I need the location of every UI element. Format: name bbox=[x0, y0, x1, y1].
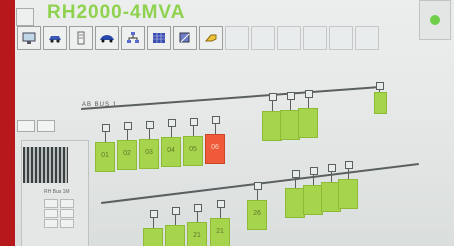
feeder-row1-1[interactable]: 02 bbox=[117, 140, 137, 171]
feeder-drop bbox=[272, 100, 273, 111]
switch[interactable] bbox=[345, 161, 353, 169]
feeder-row2-0[interactable] bbox=[143, 228, 163, 246]
display-icon[interactable] bbox=[17, 26, 41, 50]
app-title: RH2000-4MVA bbox=[47, 2, 186, 23]
switch[interactable] bbox=[172, 207, 180, 215]
car-icon[interactable] bbox=[95, 26, 119, 50]
network-icon[interactable] bbox=[121, 26, 145, 50]
cell bbox=[44, 209, 58, 218]
chart-icon[interactable] bbox=[69, 26, 93, 50]
switch[interactable] bbox=[310, 167, 318, 175]
cell bbox=[44, 199, 58, 208]
toolbar bbox=[17, 26, 379, 54]
cell bbox=[60, 219, 74, 228]
switch[interactable] bbox=[376, 82, 384, 90]
hand-icon[interactable] bbox=[199, 26, 223, 50]
feeder-row2-3[interactable]: 21 bbox=[210, 218, 230, 246]
switch[interactable] bbox=[146, 120, 154, 129]
status-panel bbox=[419, 0, 451, 40]
switch[interactable] bbox=[269, 93, 277, 101]
switch[interactable] bbox=[168, 119, 176, 128]
feeder-row1-2[interactable]: 03 bbox=[139, 138, 159, 169]
switch[interactable] bbox=[328, 164, 336, 172]
feeder-drop bbox=[149, 127, 150, 139]
cell bbox=[60, 199, 74, 208]
feeder-row2-4[interactable]: 26 bbox=[247, 200, 267, 230]
breaker-graphic bbox=[23, 147, 68, 183]
feeder-row2-1[interactable] bbox=[165, 225, 185, 246]
feeder-row2-2[interactable]: 21 bbox=[187, 222, 207, 246]
scada-screen: RH2000-4MVA AB BUS 1 RH Bus 1M 01 02 03 … bbox=[15, 0, 454, 246]
bus-bar-1 bbox=[81, 86, 381, 110]
switch[interactable] bbox=[254, 182, 262, 190]
feeder-row1b-1[interactable] bbox=[280, 109, 300, 140]
feeder-drop bbox=[331, 171, 332, 182]
feeder-drop bbox=[193, 124, 194, 136]
feeder-row1-4[interactable]: 05 bbox=[183, 135, 203, 166]
feeder-drop bbox=[153, 217, 154, 228]
feeder-drop bbox=[105, 131, 106, 142]
feeder-drop bbox=[171, 126, 172, 138]
feeder-drop bbox=[197, 211, 198, 222]
feeder-drop bbox=[308, 97, 309, 109]
feeder-drop bbox=[295, 177, 296, 188]
switch[interactable] bbox=[287, 91, 295, 100]
panel-label: RH Bus 1M bbox=[44, 189, 70, 195]
feeder-drop bbox=[220, 207, 221, 218]
switch[interactable] bbox=[150, 210, 158, 218]
feeder-drop bbox=[127, 129, 128, 141]
feeder-row2-6[interactable] bbox=[303, 185, 323, 215]
nav-button[interactable] bbox=[16, 8, 34, 26]
monitor-bezel bbox=[0, 0, 15, 246]
feeder-drop bbox=[257, 189, 258, 200]
feeder-row1-5[interactable]: 06 bbox=[205, 134, 225, 164]
feeder-drop bbox=[215, 123, 216, 134]
feeder-row2-8[interactable] bbox=[338, 179, 358, 209]
switch[interactable] bbox=[124, 122, 132, 131]
feeder-row1b-0[interactable] bbox=[262, 111, 282, 141]
switch[interactable] bbox=[217, 200, 225, 208]
empty-tool-slot[interactable] bbox=[251, 26, 275, 50]
feeder-row1b-2[interactable] bbox=[298, 108, 318, 139]
vehicle-icon[interactable] bbox=[43, 26, 67, 50]
empty-tool-slot[interactable] bbox=[329, 26, 353, 50]
feeder-drop bbox=[290, 98, 291, 110]
switch[interactable] bbox=[194, 204, 202, 212]
empty-tool-slot[interactable] bbox=[225, 26, 249, 50]
panel-icon[interactable] bbox=[147, 26, 171, 50]
status-indicator bbox=[430, 15, 440, 25]
cell bbox=[60, 209, 74, 218]
side-panel: RH Bus 1M bbox=[21, 140, 89, 246]
switch[interactable] bbox=[305, 90, 313, 99]
feeder-row1-3[interactable]: 04 bbox=[161, 137, 181, 168]
empty-tool-slot[interactable] bbox=[355, 26, 379, 50]
feeder-drop bbox=[348, 168, 349, 179]
feeder-drop bbox=[175, 214, 176, 225]
switch[interactable] bbox=[190, 117, 198, 126]
info-box[interactable] bbox=[17, 120, 35, 132]
transfer-icon[interactable] bbox=[173, 26, 197, 50]
switch[interactable] bbox=[212, 116, 220, 124]
switch[interactable] bbox=[292, 170, 300, 178]
switch[interactable] bbox=[102, 124, 110, 132]
info-box[interactable] bbox=[37, 120, 55, 132]
empty-tool-slot[interactable] bbox=[303, 26, 327, 50]
cell bbox=[44, 219, 58, 228]
feeder-row1-0[interactable]: 01 bbox=[95, 142, 115, 172]
empty-tool-slot[interactable] bbox=[277, 26, 301, 50]
feeder-row2-5[interactable] bbox=[285, 188, 305, 218]
feeder-far-right[interactable] bbox=[374, 92, 387, 114]
feeder-drop bbox=[313, 174, 314, 185]
